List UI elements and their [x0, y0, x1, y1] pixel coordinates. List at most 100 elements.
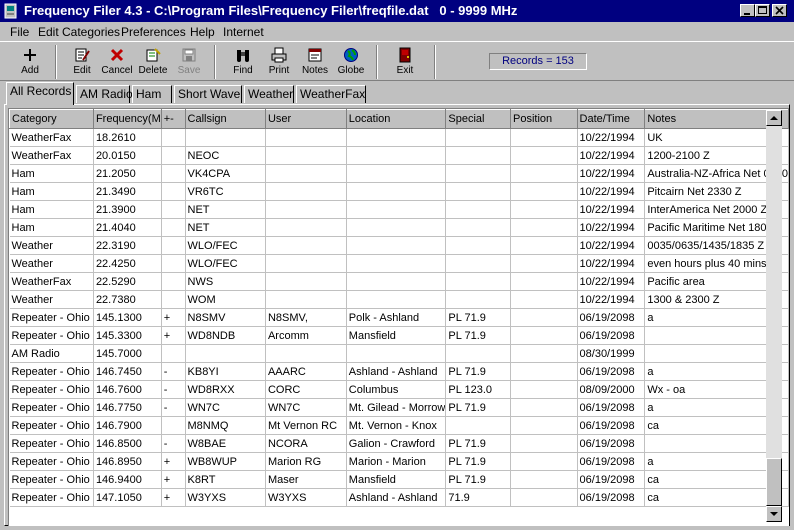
table-cell[interactable]: Mt Vernon RC: [265, 416, 347, 435]
close-button[interactable]: [772, 4, 787, 17]
tab-all-records[interactable]: All Records: [6, 82, 74, 105]
table-cell[interactable]: +: [161, 470, 186, 489]
table-cell[interactable]: [346, 164, 447, 183]
table-cell[interactable]: NCORA: [265, 434, 347, 453]
table-cell[interactable]: +: [161, 326, 186, 345]
table-cell[interactable]: [445, 416, 512, 435]
column-header[interactable]: Category: [9, 109, 94, 129]
table-cell[interactable]: 06/19/2098: [577, 362, 646, 381]
table-cell[interactable]: [161, 236, 186, 255]
table-cell[interactable]: [510, 272, 578, 291]
table-cell[interactable]: [161, 146, 186, 165]
table-cell[interactable]: [445, 290, 512, 309]
table-cell[interactable]: NET: [185, 218, 266, 237]
table-cell[interactable]: 22.7380: [93, 290, 162, 309]
table-cell[interactable]: W3YXS: [185, 488, 266, 507]
table-cell[interactable]: Mansfield: [346, 326, 447, 345]
tab-weather[interactable]: Weather: [244, 85, 294, 103]
table-cell[interactable]: Repeater - Ohio: [9, 488, 94, 507]
table-cell[interactable]: NET: [185, 200, 266, 219]
table-cell[interactable]: [510, 236, 578, 255]
table-cell[interactable]: AM Radio: [9, 344, 94, 363]
table-cell[interactable]: WeatherFax: [9, 146, 94, 165]
tab-weatherfax[interactable]: WeatherFax: [296, 85, 366, 103]
table-cell[interactable]: Ham: [9, 218, 94, 237]
table-cell[interactable]: 20.0150: [93, 146, 162, 165]
table-cell[interactable]: K8RT: [185, 470, 266, 489]
table-cell[interactable]: Ham: [9, 182, 94, 201]
table-cell[interactable]: [161, 416, 186, 435]
table-cell[interactable]: 22.5290: [93, 272, 162, 291]
table-cell[interactable]: Mansfield: [346, 470, 447, 489]
table-row[interactable]: Repeater - Ohio 146.7600- WD8RXX CORC Columb…: [9, 380, 789, 399]
table-cell[interactable]: [161, 254, 186, 273]
table-cell[interactable]: -: [161, 398, 186, 417]
column-header[interactable]: +-: [160, 109, 186, 129]
table-cell[interactable]: [445, 254, 512, 273]
table-cell[interactable]: VR6TC: [185, 182, 266, 201]
table-cell[interactable]: [445, 200, 512, 219]
table-cell[interactable]: [185, 344, 266, 363]
table-cell[interactable]: [510, 416, 578, 435]
table-cell[interactable]: [346, 128, 447, 147]
scroll-up-button[interactable]: [766, 110, 782, 126]
table-cell[interactable]: [510, 218, 578, 237]
table-cell[interactable]: CORC: [265, 380, 347, 399]
table-cell[interactable]: Maser: [265, 470, 347, 489]
column-header[interactable]: Callsign: [184, 109, 266, 129]
table-cell[interactable]: 146.8950: [93, 452, 162, 471]
table-cell[interactable]: PL 71.9: [445, 362, 512, 381]
table-cell[interactable]: 145.1300: [93, 308, 162, 327]
table-cell[interactable]: [510, 254, 578, 273]
table-cell[interactable]: 21.3490: [93, 182, 162, 201]
table-cell[interactable]: 06/19/2098: [577, 416, 646, 435]
table-cell[interactable]: 06/19/2098: [577, 470, 646, 489]
table-cell[interactable]: Columbus: [346, 380, 447, 399]
table-row[interactable]: AM Radio 145.7000 08/30/1999: [9, 344, 789, 363]
table-cell[interactable]: [265, 344, 347, 363]
table-cell[interactable]: [161, 218, 186, 237]
table-cell[interactable]: 22.4250: [93, 254, 162, 273]
table-cell[interactable]: 10/22/1994: [577, 164, 646, 183]
table-cell[interactable]: [161, 182, 186, 201]
globe-button[interactable]: Globe: [332, 45, 370, 79]
table-cell[interactable]: 06/19/2098: [577, 488, 646, 507]
table-cell[interactable]: 71.9: [445, 488, 512, 507]
column-header[interactable]: Date/Time: [576, 109, 646, 129]
table-cell[interactable]: [346, 290, 447, 309]
table-cell[interactable]: PL 71.9: [445, 326, 512, 345]
table-cell[interactable]: M8NMQ: [185, 416, 266, 435]
table-cell[interactable]: Ashland - Ashland: [346, 488, 447, 507]
table-cell[interactable]: 10/22/1994: [577, 146, 646, 165]
table-cell[interactable]: 146.7900: [93, 416, 162, 435]
table-cell[interactable]: 145.3300: [93, 326, 162, 345]
table-row[interactable]: WeatherFax 18.2610 10/22/1994 UK: [9, 128, 789, 147]
table-row[interactable]: Ham 21.3490 VR6TC 10/22/1994 Pitcairn Net 23…: [9, 182, 789, 201]
table-cell[interactable]: +: [161, 488, 186, 507]
table-cell[interactable]: -: [161, 434, 186, 453]
table-row[interactable]: Repeater - Ohio 146.7450- KB8YI AAARC Ashlan…: [9, 362, 789, 381]
column-header[interactable]: Special: [445, 109, 512, 129]
scrollbar-thumb[interactable]: [766, 458, 782, 506]
table-cell[interactable]: -: [161, 362, 186, 381]
table-cell[interactable]: Mt. Gilead - Morrow: [346, 398, 447, 417]
table-cell[interactable]: PL 71.9: [445, 452, 512, 471]
table-cell[interactable]: [346, 272, 447, 291]
column-header[interactable]: Location: [345, 109, 447, 129]
records-grid[interactable]: Category Frequency(M +- Callsign User Locatio…: [8, 108, 789, 526]
table-cell[interactable]: [445, 182, 512, 201]
cancel-button[interactable]: Cancel: [98, 45, 136, 79]
table-cell[interactable]: +: [161, 452, 186, 471]
table-cell[interactable]: [265, 128, 347, 147]
table-cell[interactable]: WD8NDB: [185, 326, 266, 345]
table-cell[interactable]: PL 71.9: [445, 470, 512, 489]
column-header[interactable]: Frequency(M: [92, 109, 162, 129]
table-cell[interactable]: [510, 470, 578, 489]
tab-ham[interactable]: Ham: [132, 85, 172, 103]
table-cell[interactable]: [445, 164, 512, 183]
table-cell[interactable]: Weather: [9, 290, 94, 309]
table-row[interactable]: Weather 22.3190 WLO/FEC 10/22/1994 0035/0635…: [9, 236, 789, 255]
add-button[interactable]: Add: [11, 45, 49, 79]
print-button[interactable]: Print: [260, 45, 298, 79]
table-cell[interactable]: Marion RG: [265, 452, 347, 471]
